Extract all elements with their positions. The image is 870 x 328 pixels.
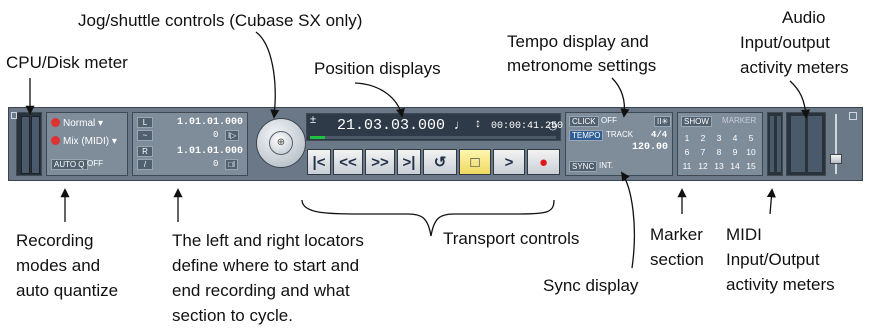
callout-midi-line2: Input/Output — [726, 250, 820, 269]
callout-transport: Transport controls — [443, 229, 580, 248]
position-offset-toggle[interactable]: ± — [310, 114, 316, 126]
midi-activity-meter — [767, 112, 783, 176]
punch-in-button[interactable]: ~ — [137, 130, 153, 141]
callout-locators: The left and right locators define where… — [172, 228, 364, 328]
fader-handle[interactable] — [830, 154, 842, 164]
sync-button[interactable]: SYNC — [569, 161, 598, 172]
auto-quantize-button[interactable]: AUTO Q — [51, 159, 88, 170]
cpu-disk-meter[interactable] — [16, 112, 42, 176]
audio-in-bar — [791, 116, 805, 172]
master-level-fader[interactable] — [829, 114, 843, 174]
arrow-sync — [620, 171, 636, 269]
callout-recording-line1: Recording — [16, 231, 94, 250]
midi-in-bar — [770, 116, 774, 172]
callout-locators-line2: define where to start and — [172, 256, 360, 275]
marker-15[interactable]: 15 — [742, 161, 760, 171]
arrow-jog — [255, 31, 280, 119]
callout-sync: Sync display — [543, 276, 639, 295]
callout-tempo: Tempo display and metronome settings — [507, 30, 656, 78]
go-to-start-button[interactable]: |< — [307, 149, 331, 175]
midi-out-bar — [777, 116, 781, 172]
callout-audio-line2: Input/output — [740, 33, 830, 52]
callout-audio-line1: Audio — [782, 8, 826, 27]
callout-marker-line1: Marker — [650, 225, 703, 244]
callout-recording: Recording modes and auto quantize — [16, 228, 118, 303]
position-slider-fill — [310, 136, 325, 139]
tempo-button[interactable]: TEMPO — [569, 130, 604, 141]
callout-midi-line3: activity meters — [726, 275, 835, 294]
cpu-meter-bar — [21, 116, 30, 174]
record-mode-icon — [51, 118, 60, 127]
right-locator-icon[interactable]: □I — [225, 159, 239, 170]
callout-cpu: CPU/Disk meter — [6, 53, 128, 72]
record-button[interactable]: ● — [527, 149, 560, 175]
callout-recording-line2: modes and — [16, 256, 101, 275]
clock-icon[interactable]: ◷ — [548, 119, 558, 132]
click-state: OFF — [601, 116, 617, 125]
callout-midi: MIDI Input/Output activity meters — [726, 222, 835, 297]
audio-out-bar — [808, 116, 822, 172]
jog-knob[interactable]: ⊕ — [269, 131, 293, 155]
sync-state: INT. — [599, 161, 614, 170]
callout-locators-line4: section to cycle. — [172, 306, 293, 325]
callout-recording-line3: auto quantize — [16, 281, 119, 300]
position-slider[interactable] — [310, 136, 556, 139]
callout-locators-line1: The left and right locators — [172, 231, 364, 250]
audio-activity-meter — [786, 112, 826, 176]
callout-audio-line3: activity meters — [740, 58, 849, 77]
record-mode-select[interactable]: Normal ▾ — [63, 118, 103, 129]
recording-modes-panel: Normal ▾ Mix (MIDI) ▾ AUTO Q OFF — [46, 112, 128, 176]
callout-position: Position displays — [314, 59, 441, 78]
fast-forward-button[interactable]: >> — [365, 149, 395, 175]
left-locator-button[interactable]: L — [137, 117, 153, 128]
cycle-record-mode-select[interactable]: Mix (MIDI) ▾ — [63, 136, 117, 147]
transport-bar: Normal ▾ Mix (MIDI) ▾ AUTO Q OFF L ~ R /… — [8, 107, 863, 181]
rewind-button[interactable]: << — [333, 149, 363, 175]
window-corner-icon[interactable] — [849, 112, 857, 120]
callout-tempo-line1: Tempo display and — [507, 32, 649, 51]
primary-position-time[interactable]: 21.03.03.000 — [337, 117, 445, 134]
marker-title: MARKER — [722, 116, 757, 125]
marker-5[interactable]: 5 — [742, 133, 760, 143]
locators-panel: L ~ R / 1.01.01.000 0 I▷ 1.01.01.000 0 □… — [132, 112, 248, 176]
punch-out-button[interactable]: / — [137, 159, 153, 170]
callout-locators-line3: end recording and what — [172, 281, 350, 300]
go-to-end-button[interactable]: >| — [397, 149, 421, 175]
callout-audio-meters: Audio Input/output activity meters — [740, 5, 849, 80]
time-signature[interactable]: 4/4 — [651, 130, 667, 140]
callout-marker-line2: section — [650, 250, 704, 269]
tempo-track-mode: TRACK — [606, 130, 634, 139]
marker-section: SHOW MARKER 1 2 3 4 5 6 7 8 9 10 11 12 1… — [677, 112, 763, 176]
marker-10[interactable]: 10 — [742, 147, 760, 157]
fader-track — [835, 114, 837, 174]
window-corner-icon-left[interactable] — [11, 112, 17, 119]
cycle-button[interactable]: ↺ — [423, 149, 457, 175]
callout-jog-shuttle: Jog/shuttle controls (Cubase SX only) — [78, 11, 363, 30]
callout-tempo-line2: metronome settings — [507, 56, 657, 75]
tempo-sync-panel: CLICK OFF II✳ TEMPO TRACK 4/4 120.00 SYN… — [565, 112, 673, 176]
right-locator-ticks[interactable]: 0 — [213, 159, 218, 169]
disk-meter-bar — [31, 116, 40, 174]
left-locator-ticks[interactable]: 0 — [213, 130, 218, 140]
swap-displays-icon[interactable]: ↕ — [475, 116, 481, 130]
show-markers-button[interactable]: SHOW — [681, 116, 712, 127]
left-locator-time[interactable]: 1.01.01.000 — [177, 117, 243, 128]
right-locator-time[interactable]: 1.01.01.000 — [177, 146, 243, 157]
auto-quantize-state: OFF — [87, 159, 103, 168]
jog-shuttle-wheel[interactable]: ⊕ — [252, 111, 306, 177]
right-locator-button[interactable]: R — [137, 146, 153, 157]
callout-midi-line1: MIDI — [726, 225, 762, 244]
callout-marker: Marker section — [650, 222, 704, 272]
metronome-settings-icon[interactable]: II✳ — [654, 116, 672, 127]
position-display: ± 21.03.03.000 ♩ ↕ 00:00:41.250 ◷ — [306, 113, 563, 141]
tempo-bpm[interactable]: 120.00 — [632, 142, 668, 153]
left-locator-icon[interactable]: I▷ — [225, 130, 240, 141]
transport-controls: |< << >> >| ↺ □ > ● — [307, 149, 562, 176]
arrow-midi — [766, 188, 776, 215]
note-icon[interactable]: ♩ — [454, 117, 467, 132]
mix-mode-icon — [51, 136, 60, 145]
click-button[interactable]: CLICK — [569, 116, 599, 127]
play-button[interactable]: > — [493, 149, 525, 175]
stop-button[interactable]: □ — [459, 149, 491, 175]
